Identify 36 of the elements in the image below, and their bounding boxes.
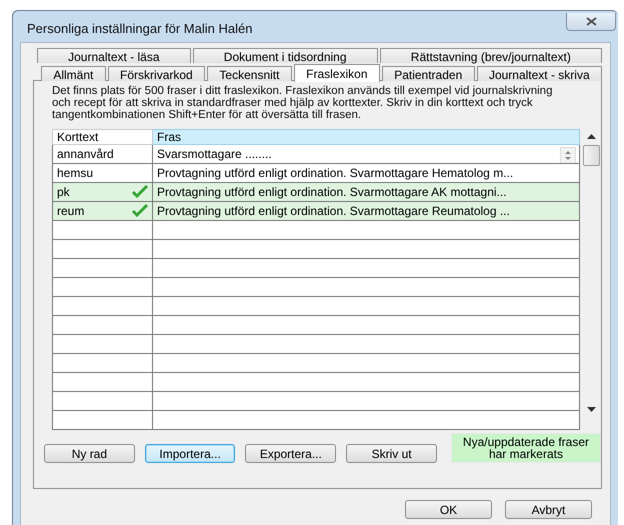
table-cell: pk [57, 185, 70, 199]
table-cell: reum [57, 204, 84, 218]
button[interactable]: Ny rad [44, 444, 135, 463]
table-cell: annanvård [57, 147, 114, 161]
checkmark-icon [132, 185, 148, 198]
table-cell: Svarsmottagare ........ [157, 147, 272, 161]
table-cell: hemsu [57, 166, 94, 180]
tab[interactable]: Rättstavning (brev/journaltext) [380, 48, 602, 63]
button[interactable]: Importera... [144, 444, 236, 463]
spinner-icon[interactable] [560, 147, 576, 162]
column-header: Korttext [52, 130, 152, 144]
button[interactable]: Skriv ut [346, 444, 437, 463]
close-button[interactable] [566, 13, 616, 31]
tab[interactable]: Patientraden [382, 66, 475, 81]
table-cell: Provtagning utförd enligt ordination. Svarmottagare Hematolog m... [157, 166, 514, 180]
description-text: Det finns plats för 500 fraser i ditt fraslexikon. Fraslexikon används till exempel vid journalskrivning och recept för att skriva in standardfraser med hjälp av korttexter. Skriv in din korttext och tryck tangentkombinationen Shift+Enter för att översätta till frasen. [52, 85, 554, 121]
tab[interactable]: Allmänt [41, 66, 106, 81]
scroll-up-icon[interactable] [586, 134, 596, 139]
tab[interactable]: Fraslexikon [294, 64, 380, 82]
table-cell: Provtagning utförd enligt ordination. Svarmottagare Reumatolog ... [157, 204, 510, 218]
column-header: Fras [152, 130, 580, 144]
close-icon [586, 17, 596, 26]
tab[interactable]: Förskrivarkod [108, 66, 206, 81]
window-title: Personliga inställningar för Malin Halén [26, 20, 252, 36]
dialog-button[interactable]: OK [405, 500, 492, 519]
tab[interactable]: Dokument i tidsordning [192, 48, 378, 63]
tab[interactable]: Teckensnitt [207, 66, 292, 81]
tab[interactable]: Journaltext - skriva [476, 66, 602, 81]
button[interactable]: Exportera... [245, 444, 336, 463]
table-cell: Provtagning utförd enligt ordination. Svarmottagare AK mottagni... [157, 185, 507, 199]
tab[interactable]: Journaltext - läsa [37, 48, 191, 63]
legend-label: Nya/uppdaterade fraser har markerats [450, 433, 601, 463]
scroll-down-icon[interactable] [586, 407, 596, 412]
dialog-button[interactable]: Avbryt [505, 500, 592, 519]
scroll-thumb[interactable] [582, 145, 600, 166]
checkmark-icon [132, 204, 148, 217]
